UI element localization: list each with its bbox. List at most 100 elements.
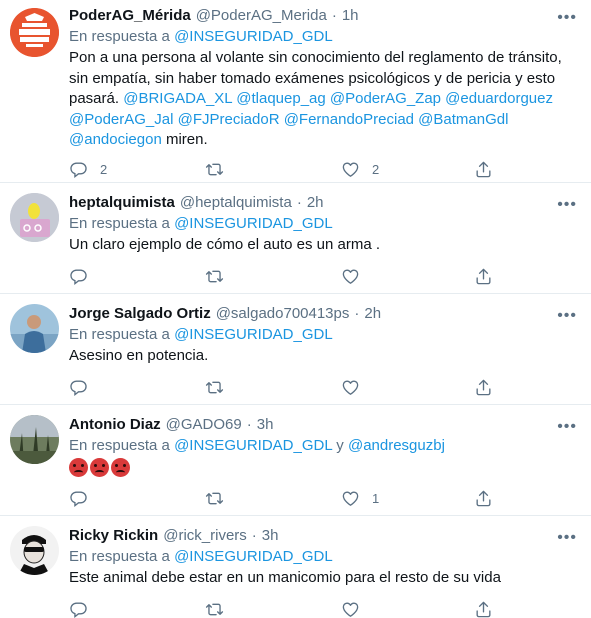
tweet-text: Este animal debe estar en un manicomio p…: [69, 569, 501, 586]
tweet-text: Un claro ejemplo de cómo el auto es un a…: [69, 236, 380, 253]
tweet[interactable]: PoderAG_Mérida @PoderAG_Merida · 1h ••• …: [0, 0, 591, 183]
share-icon: [476, 161, 491, 177]
tweet-actions: [69, 267, 577, 287]
tweet[interactable]: Ricky Rickin @rick_rivers · 3h ••• En re…: [0, 516, 591, 618]
avatar[interactable]: [10, 526, 59, 575]
display-name[interactable]: PoderAG_Mérida: [69, 6, 191, 26]
avatar[interactable]: [10, 193, 59, 242]
share-button[interactable]: [474, 267, 493, 286]
tweet-header: Ricky Rickin @rick_rivers · 3h: [69, 526, 577, 546]
reply-button[interactable]: [69, 267, 88, 286]
reply-conjunction: y: [336, 437, 344, 454]
reply-prefix: En respuesta a: [69, 326, 170, 343]
share-button[interactable]: [474, 378, 493, 397]
heart-icon: [342, 379, 359, 395]
tweet-actions: 2 2: [69, 160, 577, 180]
like-button[interactable]: [341, 378, 360, 397]
timestamp[interactable]: 3h: [257, 415, 274, 435]
reply-icon: [70, 268, 87, 285]
retweet-button[interactable]: [205, 160, 236, 179]
reply-mention[interactable]: @INSEGURIDAD_GDL: [174, 215, 333, 232]
avatar[interactable]: [10, 304, 59, 353]
timestamp[interactable]: 3h: [262, 526, 279, 546]
tweet[interactable]: Antonio Diaz @GADO69 · 3h ••• En respues…: [0, 405, 591, 516]
more-options-icon[interactable]: •••: [557, 10, 577, 26]
reply-mention[interactable]: @INSEGURIDAD_GDL: [174, 437, 332, 454]
user-handle[interactable]: @heptalquimista: [180, 193, 292, 213]
tweet[interactable]: Jorge Salgado Ortiz @salgado700413ps · 2…: [0, 294, 591, 405]
display-name[interactable]: Jorge Salgado Ortiz: [69, 304, 211, 324]
reply-button[interactable]: 2: [69, 160, 107, 179]
tweet[interactable]: heptalquimista @heptalquimista · 2h ••• …: [0, 183, 591, 294]
retweet-icon: [205, 381, 224, 393]
reply-button[interactable]: [69, 489, 88, 508]
timestamp[interactable]: 2h: [364, 304, 381, 324]
reply-context: En respuesta a @INSEGURIDAD_GDL: [69, 547, 577, 567]
reply-context: En respuesta a @INSEGURIDAD_GDL y @andre…: [69, 436, 577, 456]
tweet-actions: 1: [69, 489, 577, 509]
share-button[interactable]: [474, 160, 493, 179]
retweet-button[interactable]: [205, 378, 224, 397]
tweet-header: Jorge Salgado Ortiz @salgado700413ps · 2…: [69, 304, 577, 324]
retweet-button[interactable]: [205, 267, 224, 286]
reply-mention[interactable]: @INSEGURIDAD_GDL: [174, 28, 333, 45]
share-icon: [476, 379, 491, 395]
reply-button[interactable]: [69, 378, 88, 397]
more-options-icon[interactable]: •••: [557, 308, 577, 324]
display-name[interactable]: heptalquimista: [69, 193, 175, 213]
like-button[interactable]: [341, 600, 360, 618]
separator-dot: ·: [296, 194, 302, 211]
display-name[interactable]: Ricky Rickin: [69, 526, 158, 546]
avatar[interactable]: [10, 8, 59, 57]
reply-icon: [70, 491, 87, 508]
retweet-button[interactable]: [205, 600, 224, 618]
user-handle[interactable]: @salgado700413ps: [216, 304, 350, 324]
timestamp[interactable]: 2h: [307, 193, 324, 213]
tweet-text: [69, 457, 577, 478]
like-count: 2: [372, 161, 380, 177]
more-options-icon[interactable]: •••: [557, 197, 577, 213]
display-name[interactable]: Antonio Diaz: [69, 415, 161, 435]
separator-dot: ·: [331, 7, 337, 24]
separator-dot: ·: [251, 527, 257, 544]
reply-mention[interactable]: @INSEGURIDAD_GDL: [174, 548, 333, 565]
user-handle[interactable]: @PoderAG_Merida: [196, 6, 327, 26]
angry-face-emoji-icon: [69, 457, 88, 477]
more-options-icon[interactable]: •••: [557, 530, 577, 546]
avatar[interactable]: [10, 415, 59, 464]
tweet-text: Pon a una persona al volante sin conocim…: [69, 48, 577, 151]
tweet-actions: [69, 378, 577, 398]
like-button[interactable]: 2: [341, 160, 379, 179]
share-button[interactable]: [474, 600, 493, 618]
like-button[interactable]: 1: [341, 489, 379, 508]
reply-prefix: En respuesta a: [69, 437, 170, 454]
share-button[interactable]: [474, 489, 493, 508]
avatar-image: [10, 304, 59, 353]
reply-prefix: En respuesta a: [69, 28, 170, 45]
like-count: 1: [372, 491, 380, 506]
reply-icon: [70, 601, 87, 618]
reply-mention[interactable]: @INSEGURIDAD_GDL: [174, 326, 333, 343]
tweet-header: Antonio Diaz @GADO69 · 3h: [69, 415, 577, 435]
retweet-icon: [205, 492, 224, 505]
share-icon: [476, 268, 491, 284]
retweet-button[interactable]: [205, 489, 224, 508]
timestamp[interactable]: 1h: [342, 6, 359, 26]
user-handle[interactable]: @GADO69: [166, 415, 242, 435]
heart-icon: [342, 601, 359, 617]
reply-prefix: En respuesta a: [69, 548, 170, 565]
reply-button[interactable]: [69, 600, 88, 618]
tweet-mentions[interactable]: @BRIGADA_XL @tlaquep_ag @PoderAG_Zap @ed…: [69, 90, 553, 148]
reply-mention-2[interactable]: @andresguzbj: [348, 437, 445, 454]
reply-count: 2: [100, 161, 108, 177]
reply-context: En respuesta a @INSEGURIDAD_GDL: [69, 214, 577, 234]
user-handle[interactable]: @rick_rivers: [163, 526, 247, 546]
reply-context: En respuesta a @INSEGURIDAD_GDL: [69, 27, 577, 47]
like-button[interactable]: [341, 267, 360, 286]
avatar-image: [10, 526, 59, 575]
share-icon: [476, 490, 491, 507]
more-options-icon[interactable]: •••: [557, 419, 577, 435]
avatar-image: [10, 415, 59, 464]
reply-icon: [70, 379, 87, 396]
tweet-text-outro: miren.: [165, 131, 208, 148]
